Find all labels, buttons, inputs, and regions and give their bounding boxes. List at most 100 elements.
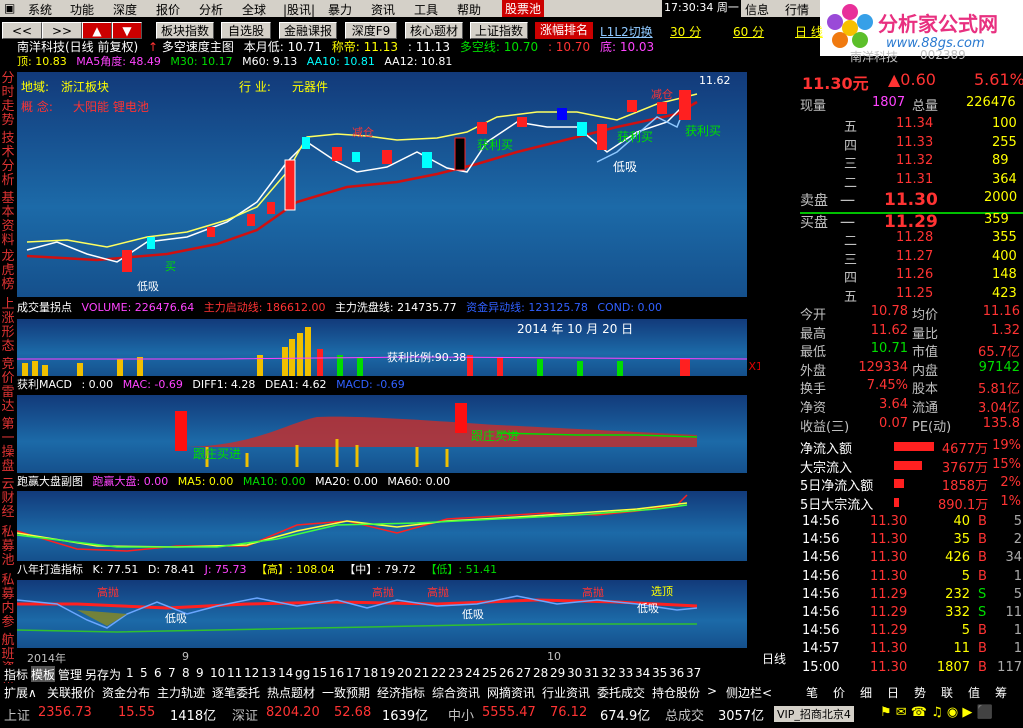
daily-link[interactable]: 日 线 (795, 23, 823, 40)
indicator-tab[interactable]: 29 (550, 666, 565, 680)
menu-item-news[interactable]: 信息 (745, 1, 769, 18)
indicator-tab[interactable]: 12 (244, 666, 259, 680)
indicator-tab[interactable]: 9 (196, 666, 204, 680)
quick-key[interactable]: 联 (941, 684, 953, 701)
indicator-tab[interactable]: 30 (567, 666, 582, 680)
indicator-tab[interactable]: 13 (261, 666, 276, 680)
l1l2-switch-link[interactable]: L1L2切换 (600, 23, 653, 40)
function-tab[interactable]: 资金分布 (102, 684, 150, 701)
quick-key[interactable]: 值 (968, 684, 980, 701)
quick-key[interactable]: 日 (887, 684, 899, 701)
menu-item-violence[interactable]: 暴力 (328, 1, 352, 18)
kdj-panel[interactable]: 高抛 低吸 高抛 高抛 低吸 高抛 低吸 选顶 (17, 580, 747, 648)
tab-fundamentals[interactable]: 基本资料 (1, 192, 15, 248)
tab-auction-radar[interactable]: 竞价雷达 (1, 358, 15, 414)
indicator-tab[interactable]: 32 (601, 666, 616, 680)
function-tab[interactable]: 经济指标 (377, 684, 425, 701)
quick-key[interactable]: 笔 (806, 684, 818, 701)
tab-dragon-tiger[interactable]: 龙虎榜 (1, 250, 15, 292)
indicator-tab[interactable]: 27 (516, 666, 531, 680)
main-kline-panel[interactable]: 地域: 浙江板块 行 业: 元器件 概 念: 大阳能 锂电池 11.62 获利买… (17, 72, 747, 297)
indicator-tab[interactable]: 19 (380, 666, 395, 680)
tab-cloud-finance[interactable]: 云财经 (1, 478, 15, 520)
sector-index-button[interactable]: 板块指数 (156, 22, 214, 39)
next-stock-button[interactable]: >> (42, 22, 82, 39)
indicator-tab[interactable]: 23 (448, 666, 463, 680)
indicator-tab[interactable]: 35 (652, 666, 667, 680)
function-tab[interactable]: 主力轨迹 (157, 684, 205, 701)
menu-item-market[interactable]: 行情 (785, 1, 809, 18)
menu-item-function[interactable]: 功能 (70, 1, 94, 18)
indicator-tab[interactable]: 31 (584, 666, 599, 680)
indicator-tab[interactable]: 15 (312, 666, 327, 680)
function-tab[interactable]: 扩展∧ (4, 684, 37, 701)
core-theme-button[interactable]: 核心题材 (405, 22, 463, 39)
tab-first-trade[interactable]: 第一操盘 (1, 418, 15, 474)
quick-key[interactable]: 筹 (995, 684, 1007, 701)
indicator-tab[interactable]: 16 (329, 666, 344, 680)
indicator-tab[interactable]: 28 (533, 666, 548, 680)
menu-item-global[interactable]: 全球 (242, 1, 266, 18)
indicator-tab[interactable]: 24 (465, 666, 480, 680)
indicator-tab[interactable]: 18 (363, 666, 378, 680)
function-tab[interactable]: 逐笔委托 (212, 684, 260, 701)
depth-f9-button[interactable]: 深度F9 (345, 22, 397, 39)
menu-item-quote[interactable]: 报价 (156, 1, 180, 18)
indicator-tab[interactable]: 指标 (4, 666, 28, 682)
indicator-tab[interactable]: 6 (154, 666, 162, 680)
tab-intraday[interactable]: 分时走势 (1, 72, 15, 128)
status-icons[interactable]: ⚑ ✉ ☎ ♫ ◉ ▶ ⬛ (880, 705, 993, 720)
period-label[interactable]: 日线 (762, 650, 786, 667)
function-tab[interactable]: 行业资讯 (542, 684, 590, 701)
indicator-tab[interactable]: 11 (227, 666, 242, 680)
prev-stock-button[interactable]: << (2, 22, 42, 39)
finance-news-button[interactable]: 金融课报 (279, 22, 337, 39)
quick-key[interactable]: 价 (833, 684, 845, 701)
menu-item-help[interactable]: 帮助 (457, 1, 481, 18)
indicator-tab[interactable]: 管理 (58, 666, 82, 682)
indicator-tab[interactable]: 7 (168, 666, 176, 680)
function-tab[interactable]: 网摘资讯 (487, 684, 535, 701)
indicator-tab[interactable]: 33 (618, 666, 633, 680)
function-tab[interactable]: 侧边栏< (726, 684, 772, 701)
tab-technical[interactable]: 技术分析 (1, 132, 15, 188)
indicator-tab[interactable]: 34 (635, 666, 650, 680)
tab-private-pool[interactable]: 私募池 (1, 526, 15, 568)
indicator-tab[interactable]: 1 (126, 666, 134, 680)
indicator-tab[interactable]: 20 (397, 666, 412, 680)
function-tab[interactable]: 热点题材 (267, 684, 315, 701)
sme-index-label[interactable]: 中小 (448, 705, 474, 724)
app-icon[interactable]: ▣ (4, 1, 15, 15)
indicator-tab[interactable]: 22 (431, 666, 446, 680)
indicator-tab[interactable]: 另存为 (85, 666, 121, 682)
gain-ranking-button[interactable]: 涨幅排名 (535, 22, 593, 39)
function-tab[interactable]: > (707, 684, 717, 698)
function-tab[interactable]: 一致预期 (322, 684, 370, 701)
vip-server[interactable]: VIP_招商北京4 (774, 706, 854, 722)
indicator-tab[interactable]: 5 (140, 666, 148, 680)
menu-item-depth[interactable]: 深度 (113, 1, 137, 18)
page-up-button[interactable]: ▲ (82, 22, 112, 39)
indicator-tab[interactable]: 25 (482, 666, 497, 680)
indicator-tab[interactable]: 模板 (31, 666, 56, 682)
dapan-panel[interactable] (17, 491, 747, 561)
menu-item-system[interactable]: 系统 (28, 1, 52, 18)
indicator-tab[interactable]: 17 (346, 666, 361, 680)
indicator-tab[interactable]: 10 (210, 666, 225, 680)
shanghai-index-button[interactable]: 上证指数 (470, 22, 528, 39)
menu-item-tools[interactable]: 工具 (414, 1, 438, 18)
quick-key[interactable]: 细 (860, 684, 872, 701)
indicator-tab[interactable]: 21 (414, 666, 429, 680)
indicator-tab[interactable]: gg (295, 666, 310, 680)
30min-link[interactable]: 30 分 (670, 23, 701, 40)
tab-uptrend[interactable]: 上涨形态 (1, 298, 15, 354)
indicator-tab[interactable]: 8 (182, 666, 190, 680)
indicator-tab[interactable]: 26 (499, 666, 514, 680)
60min-link[interactable]: 60 分 (733, 23, 764, 40)
macd-panel[interactable]: 跟庄买进 跟庄买进 (17, 395, 747, 473)
function-tab[interactable]: 持仓股份 (652, 684, 700, 701)
quick-key[interactable]: 势 (914, 684, 926, 701)
indicator-tab[interactable]: 14 (278, 666, 293, 680)
indicator-tab[interactable]: 37 (686, 666, 701, 680)
menu-item-stock-pool[interactable]: 股票池 (502, 0, 545, 17)
